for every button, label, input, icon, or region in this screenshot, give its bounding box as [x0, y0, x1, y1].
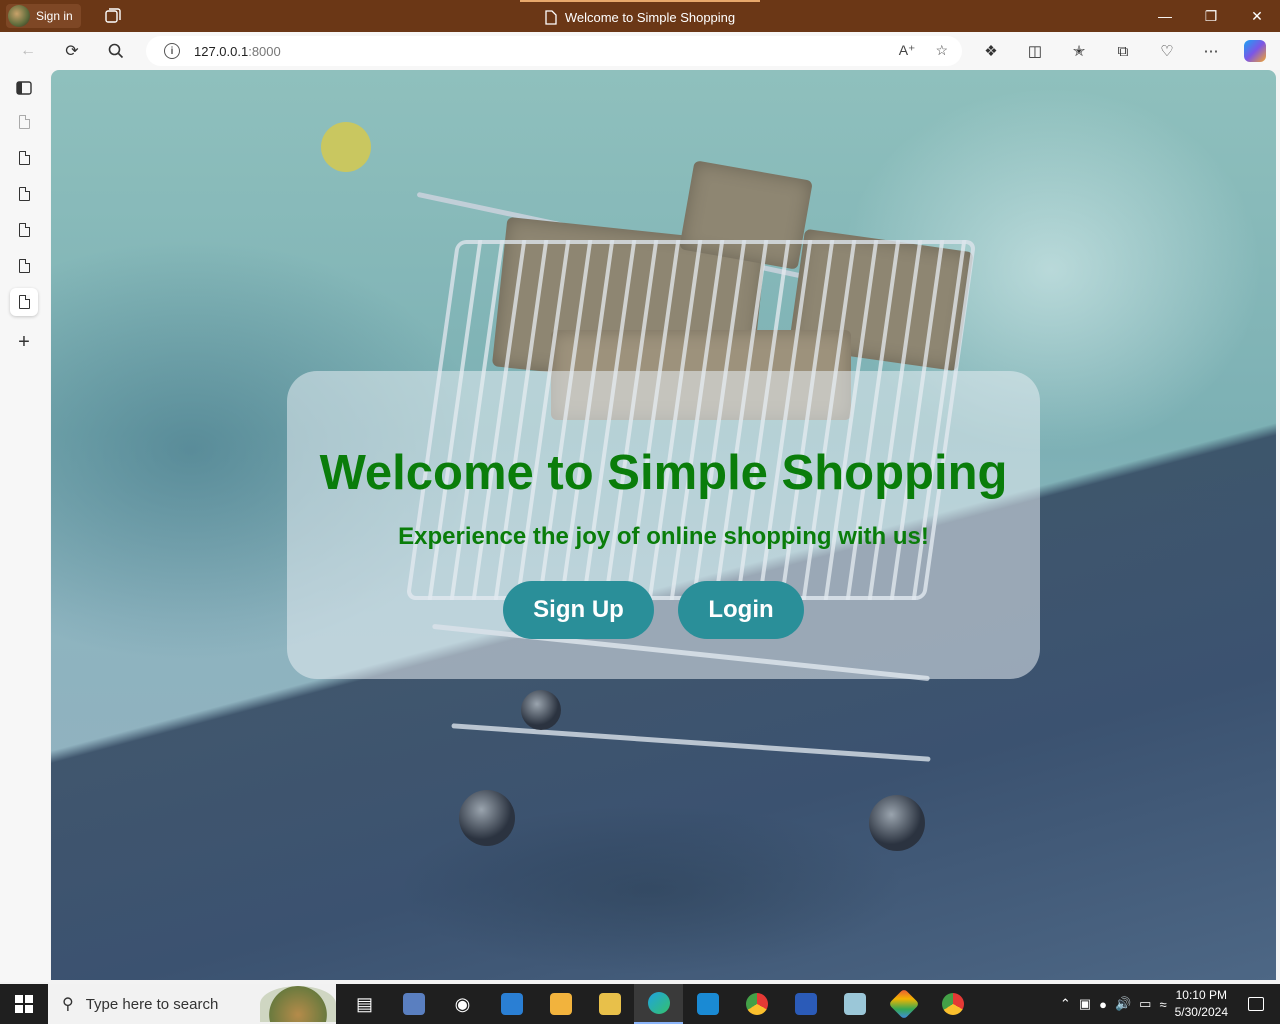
- search-highlight-image: [260, 986, 336, 1022]
- sidebar-tab-2[interactable]: [10, 144, 38, 172]
- tab-actions-icon[interactable]: [104, 7, 122, 25]
- site-info-icon[interactable]: i: [164, 43, 180, 59]
- url-port: :8000: [248, 43, 281, 59]
- close-icon[interactable]: ✕: [1234, 0, 1280, 32]
- page-icon: [18, 114, 30, 129]
- battery-icon[interactable]: ▭: [1139, 996, 1151, 1012]
- search-icon: ⚲: [62, 996, 74, 1013]
- sidebar-tab-4[interactable]: [10, 216, 38, 244]
- volume-icon[interactable]: 🔊: [1115, 996, 1131, 1012]
- file-explorer-icon[interactable]: [585, 984, 634, 1024]
- tab-panel-icon[interactable]: [10, 74, 38, 102]
- favorite-star-icon[interactable]: ☆: [935, 42, 948, 59]
- git-app-icon[interactable]: [879, 984, 928, 1024]
- address-bar[interactable]: i 127.0.0.1:8000 A⁺ ☆: [146, 36, 962, 66]
- minimize-icon[interactable]: —: [1142, 0, 1188, 32]
- browser-essentials-icon[interactable]: ♡: [1156, 40, 1178, 62]
- system-tray: ⌃ ▣ ● 🔊 ▭ ≈ 10:10 PM 5/30/2024: [1060, 984, 1280, 1024]
- clock[interactable]: 10:10 PM 5/30/2024: [1175, 987, 1228, 1021]
- page-subtitle: Experience the joy of online shopping wi…: [398, 523, 929, 550]
- restore-icon[interactable]: ❐: [1188, 0, 1234, 32]
- sidebar-tab-3[interactable]: [10, 180, 38, 208]
- page-icon: [18, 222, 30, 237]
- sidebar-tab-5[interactable]: [10, 252, 38, 280]
- read-aloud-icon[interactable]: A⁺: [899, 42, 916, 59]
- sidebar-tab-active[interactable]: [10, 288, 38, 316]
- copilot-icon[interactable]: [1244, 40, 1266, 62]
- page-icon: [18, 150, 30, 165]
- welcome-card: Welcome to Simple Shopping Experience th…: [287, 371, 1040, 679]
- app-icon[interactable]: [830, 984, 879, 1024]
- login-button[interactable]: Login: [678, 581, 804, 639]
- search-placeholder: Type here to search: [85, 995, 219, 1013]
- mail-icon[interactable]: [487, 984, 536, 1024]
- vertical-tabs-sidebar: +: [0, 70, 50, 982]
- wifi-icon[interactable]: ≈: [1159, 997, 1166, 1012]
- new-tab-icon[interactable]: +: [10, 328, 38, 356]
- avatar: [8, 5, 30, 27]
- clock-date: 5/30/2024: [1174, 1005, 1228, 1019]
- tab-active[interactable]: Welcome to Simple Shopping: [520, 0, 760, 32]
- more-menu-icon[interactable]: ⋯: [1200, 40, 1222, 62]
- signup-button[interactable]: Sign Up: [503, 581, 654, 639]
- chevron-up-icon[interactable]: ⌃: [1060, 996, 1071, 1012]
- url-host: 127.0.0.1: [194, 43, 249, 59]
- taskbar-search[interactable]: ⚲ Type here to search: [48, 984, 336, 1024]
- vscode-icon[interactable]: [683, 984, 732, 1024]
- browser-toolbar: ← ⟳ i 127.0.0.1:8000 A⁺ ☆ ❖ ◫ ✭ ⧉ ♡ ⋯: [0, 32, 1280, 70]
- clock-time: 10:10 PM: [1175, 988, 1227, 1002]
- microphone-icon[interactable]: ●: [1099, 997, 1107, 1012]
- edge-icon[interactable]: [634, 984, 683, 1024]
- page-title: Welcome to Simple Shopping: [319, 446, 1008, 500]
- sidebar-tab-1[interactable]: [10, 108, 38, 136]
- profile-button[interactable]: Sign in: [6, 4, 81, 28]
- collections-icon[interactable]: ⧉: [1112, 40, 1134, 62]
- taskbar: ⚲ Type here to search ▤ ◉ ⌃ ▣ ● 🔊 ▭ ≈ 10…: [0, 984, 1280, 1024]
- profile-label: Sign in: [36, 9, 73, 23]
- meet-icon[interactable]: ▣: [1079, 996, 1091, 1012]
- chrome-icon[interactable]: [928, 984, 977, 1024]
- store-icon[interactable]: [536, 984, 585, 1024]
- browser-titlebar: Sign in Welcome to Simple Shopping — ❐ ✕: [0, 0, 1280, 32]
- settings-app-icon[interactable]: ◉: [438, 984, 487, 1024]
- task-view-icon[interactable]: ▤: [340, 984, 389, 1024]
- split-screen-icon[interactable]: ◫: [1024, 40, 1046, 62]
- page-icon: [18, 258, 30, 273]
- back-icon[interactable]: ←: [17, 40, 39, 62]
- start-button[interactable]: [0, 984, 48, 1024]
- chrome-icon[interactable]: [732, 984, 781, 1024]
- tab-title: Welcome to Simple Shopping: [564, 9, 736, 25]
- page-icon: [545, 9, 557, 25]
- search-icon[interactable]: [105, 40, 127, 62]
- refresh-icon[interactable]: ⟳: [61, 40, 83, 62]
- page-icon: [18, 186, 30, 201]
- word-icon[interactable]: [781, 984, 830, 1024]
- page-icon: [18, 294, 30, 309]
- windows-logo-icon: [15, 995, 33, 1013]
- notification-icon[interactable]: [1248, 997, 1264, 1011]
- extensions-icon[interactable]: ❖: [980, 40, 1002, 62]
- page-viewport: Welcome to Simple Shopping Experience th…: [51, 70, 1276, 980]
- file-manager-app-icon[interactable]: [389, 984, 438, 1024]
- favorites-icon[interactable]: ✭: [1068, 40, 1090, 62]
